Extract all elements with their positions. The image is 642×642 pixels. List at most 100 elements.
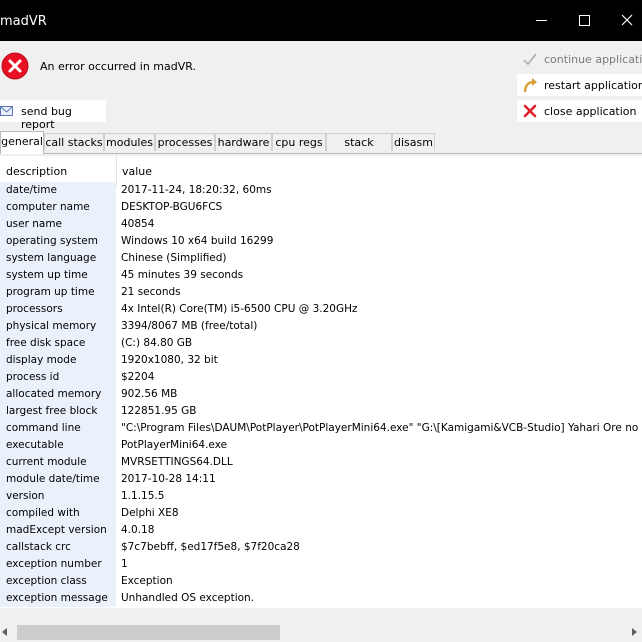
tab-processes[interactable]: processes <box>155 133 215 151</box>
table-row[interactable]: executable PotPlayerMini64.exe <box>0 437 642 454</box>
table-row[interactable]: processors 4x Intel(R) Core(TM) i5-6500 C… <box>0 301 642 318</box>
row-key-label: largest free block <box>6 405 98 417</box>
row-value: $7c7bebff, $ed17f5e8, $7f20ca28 <box>121 541 300 553</box>
tab-general[interactable]: general <box>0 131 44 154</box>
send-bug-report-button[interactable]: send bug report <box>0 100 106 131</box>
row-key: free disk space <box>0 335 116 352</box>
table-row[interactable]: allocated memory 902.56 MB <box>0 386 642 403</box>
column-header-value[interactable]: value <box>122 165 152 178</box>
row-key-label: physical memory <box>6 320 97 332</box>
tab-cpu-regs[interactable]: cpu regs <box>272 133 326 151</box>
row-value: Chinese (Simplified) <box>121 252 227 264</box>
row-value: 1.1.15.5 <box>121 490 165 502</box>
error-message: An error occurred in madVR. <box>40 60 197 73</box>
restart-arrow-icon <box>523 78 537 93</box>
table-row[interactable]: largest free block 122851.95 GB <box>0 403 642 420</box>
tab-modules[interactable]: modules <box>104 133 155 151</box>
continue-application-button[interactable]: continue application <box>517 48 642 70</box>
column-header-description[interactable]: description <box>6 165 67 178</box>
row-key: exception class <box>0 573 116 590</box>
scrollbar-thumb[interactable] <box>17 625 280 640</box>
row-key-label: system language <box>6 252 97 264</box>
tab-bar: general call stacks modules processes ha… <box>0 131 642 167</box>
table-row[interactable]: callstack crc $7c7bebff, $ed17f5e8, $7f20… <box>0 539 642 556</box>
tab-disasm[interactable]: disasm <box>392 133 435 151</box>
table-row[interactable]: madExcept version 4.0.18 <box>0 522 642 539</box>
minimize-button[interactable] <box>527 8 555 32</box>
row-key: system up time <box>0 267 116 284</box>
row-value: 3394/8067 MB (free/total) <box>121 320 258 332</box>
row-key-label: executable <box>6 439 64 451</box>
red-x-icon <box>523 104 537 118</box>
row-value: 1920x1080, 32 bit <box>121 354 218 366</box>
maximize-button[interactable] <box>570 8 598 32</box>
row-value: 45 minutes 39 seconds <box>121 269 244 281</box>
row-key-label: exception class <box>6 575 87 587</box>
table-row[interactable]: program up time 21 seconds <box>0 284 642 301</box>
info-table: date/time 2017-11-24, 18:20:32, 60ms compu… <box>0 182 642 607</box>
row-value: 4x Intel(R) Core(TM) i5-6500 CPU @ 3.20G… <box>121 303 358 315</box>
table-row[interactable]: current module MVRSETTINGS64.DLL <box>0 454 642 471</box>
table-row[interactable]: operating system Windows 10 x64 build 162… <box>0 233 642 250</box>
table-row[interactable]: process id $2204 <box>0 369 642 386</box>
general-panel: description value date/time 2017-11-24, 1… <box>0 156 642 608</box>
row-key: callstack crc <box>0 539 116 556</box>
tab-divider <box>0 153 642 154</box>
row-key-label: madExcept version <box>6 524 107 536</box>
restart-label: restart application <box>544 79 642 92</box>
table-row[interactable]: exception class Exception <box>0 573 642 590</box>
table-row[interactable]: physical memory 3394/8067 MB (free/total) <box>0 318 642 335</box>
row-value: Unhandled OS exception. <box>121 592 255 604</box>
row-key-label: system up time <box>6 269 88 281</box>
table-row[interactable]: user name 40854 <box>0 216 642 233</box>
row-value: MVRSETTINGS64.DLL <box>121 456 233 468</box>
table-row[interactable]: system language Chinese (Simplified) <box>0 250 642 267</box>
scroll-right-icon[interactable] <box>632 628 637 636</box>
row-key: operating system <box>0 233 116 250</box>
row-key: system language <box>0 250 116 267</box>
scroll-left-icon[interactable] <box>2 628 7 636</box>
close-icon <box>621 14 633 26</box>
row-value: 21 seconds <box>121 286 181 298</box>
close-label: close application <box>544 105 637 118</box>
row-value: 2017-11-24, 18:20:32, 60ms <box>121 184 272 196</box>
table-row[interactable]: free disk space (C:) 84.80 GB <box>0 335 642 352</box>
row-key: exception number <box>0 556 116 573</box>
row-value: PotPlayerMini64.exe <box>121 439 228 451</box>
close-application-button[interactable]: close application <box>517 100 642 122</box>
row-key: module date/time <box>0 471 116 488</box>
row-key: exception message <box>0 590 116 607</box>
row-key-label: current module <box>6 456 87 468</box>
table-row[interactable]: exception number 1 <box>0 556 642 573</box>
table-row[interactable]: system up time 45 minutes 39 seconds <box>0 267 642 284</box>
tab-call-stacks[interactable]: call stacks <box>44 133 104 151</box>
close-window-button[interactable] <box>613 8 641 32</box>
row-key-label: date/time <box>6 184 57 196</box>
continue-label: continue application <box>544 53 642 66</box>
row-value: 4.0.18 <box>121 524 155 536</box>
row-key-label: program up time <box>6 286 95 298</box>
tab-stack-dump[interactable]: stack dump <box>326 133 392 167</box>
table-row[interactable]: version 1.1.15.5 <box>0 488 642 505</box>
tab-hardware[interactable]: hardware <box>215 133 272 151</box>
table-row[interactable]: display mode 1920x1080, 32 bit <box>0 352 642 369</box>
row-key-label: processors <box>6 303 63 315</box>
table-row[interactable]: exception message Unhandled OS exception. <box>0 590 642 607</box>
table-row[interactable]: date/time 2017-11-24, 18:20:32, 60ms <box>0 182 642 199</box>
table-row[interactable]: compiled with Delphi XE8 <box>0 505 642 522</box>
row-value: 2017-10-28 14:11 <box>121 473 216 485</box>
row-key-label: allocated memory <box>6 388 102 400</box>
row-key-label: compiled with <box>6 507 80 519</box>
row-value: 40854 <box>121 218 155 230</box>
row-key: date/time <box>0 182 116 199</box>
send-bug-report-label: send bug report <box>21 105 72 131</box>
horizontal-scrollbar[interactable] <box>0 624 642 641</box>
window-title: madVR <box>0 14 47 29</box>
row-value: $2204 <box>121 371 155 383</box>
row-key: display mode <box>0 352 116 369</box>
row-key-label: operating system <box>6 235 98 247</box>
restart-application-button[interactable]: restart application <box>517 74 642 96</box>
table-row[interactable]: computer name DESKTOP-BGU6FCS <box>0 199 642 216</box>
table-row[interactable]: module date/time 2017-10-28 14:11 <box>0 471 642 488</box>
table-row[interactable]: command line "C:\Program Files\DAUM\PotPl… <box>0 420 642 437</box>
